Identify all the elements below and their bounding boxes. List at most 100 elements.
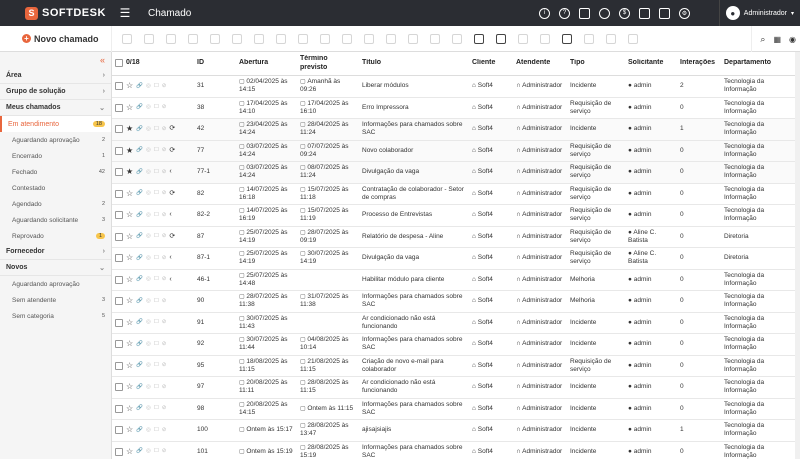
table-row[interactable]: ☆ 🔗 ◎ ☐ ⊘ 97 ▢ 20/08/2025 às 11:11 ▢ 28/08/2025… — [112, 377, 800, 399]
new-ticket-button[interactable]: + Novo chamado — [0, 25, 112, 52]
row-checkbox[interactable] — [115, 103, 123, 112]
row-checkbox[interactable] — [115, 297, 123, 306]
star-icon[interactable]: ★ — [126, 146, 133, 156]
logo[interactable]: S SOFTDESK — [0, 0, 110, 26]
table-row[interactable]: ☆ 🔗 ◎ ☐ ⊘ 91 ▢ 30/07/2025 às 11:43 Ar condicion… — [112, 313, 800, 334]
toolbar-action-icon[interactable] — [452, 33, 462, 44]
header-requester[interactable]: Solicitante — [625, 59, 677, 67]
table-row[interactable]: ☆ 🔗 ◎ ☐ ⊘ ‹ 82-2 ▢ 14/07/2025 às 16:19 ▢ 15/07/2… — [112, 205, 800, 227]
row-checkbox[interactable] — [115, 275, 123, 284]
table-row[interactable]: ☆ 🔗 ◎ ☐ ⊘ ‹ 87-1 ▢ 25/07/2025 às 14:19 ▢ 30/07/2… — [112, 248, 800, 270]
table-row[interactable]: ☆ 🔗 ◎ ☐ ⊘ ⟳ 87 ▢ 25/07/2025 às 14:19 ▢ 28/07/202… — [112, 227, 800, 248]
row-checkbox[interactable] — [115, 82, 123, 91]
table-row[interactable]: ☆ 🔗 ◎ ☐ ⊘ ‹ 46-1 ▢ 25/07/2025 às 14:48 Habilitar… — [112, 270, 800, 291]
row-checkbox[interactable] — [115, 404, 123, 413]
row-marker-icon[interactable]: ⟳ — [169, 233, 175, 241]
row-marker-icon[interactable]: ‹ — [169, 254, 171, 262]
sidebar-item[interactable]: Reprovado 1 — [0, 228, 111, 244]
sidebar-item[interactable]: Agendado 2 — [0, 196, 111, 212]
table-row[interactable]: ☆ 🔗 ◎ ☐ ⊘ 100 ▢ Ontem às 15:17 ▢ 28/08/2025 às … — [112, 420, 800, 442]
star-icon[interactable]: ☆ — [126, 253, 133, 263]
sidebar-item[interactable]: Fechado 42 — [0, 164, 111, 180]
select-all-checkbox[interactable] — [115, 59, 123, 68]
table-row[interactable]: ★ 🔗 ◎ ☐ ⊘ ‹ 77-1 ▢ 03/07/2025 às 14:24 ▢ 08/07/2… — [112, 162, 800, 184]
row-checkbox[interactable] — [115, 125, 123, 134]
sidebar-item[interactable]: Sem atendente 3 — [0, 292, 111, 308]
table-row[interactable]: ★ 🔗 ◎ ☐ ⊘ ⟳ 42 ▢ 23/04/2025 às 14:24 ▢ 28/04/202… — [112, 119, 800, 141]
row-checkbox[interactable] — [115, 254, 123, 263]
header-id[interactable]: ID — [194, 59, 236, 67]
sidebar-item[interactable]: Novos ⌄ — [0, 260, 111, 276]
header-due[interactable]: Término previsto — [297, 55, 359, 72]
toolbar-action-icon[interactable] — [386, 33, 396, 44]
table-row[interactable]: ☆ 🔗 ◎ ☐ ⊘ 31 ▢ 02/04/2025 às 14:15 ▢ Amanhã às … — [112, 76, 800, 98]
menu-icon[interactable]: ☰ — [110, 6, 140, 20]
calendar-icon[interactable] — [579, 7, 590, 19]
toolbar-action-icon[interactable] — [188, 33, 198, 44]
table-row[interactable]: ★ 🔗 ◎ ☐ ⊘ ⟳ 77 ▢ 03/07/2025 às 14:24 ▢ 07/07/202… — [112, 140, 800, 162]
row-marker-icon[interactable]: ⟳ — [169, 125, 175, 133]
user-menu[interactable]: ● Administrador ▾ — [718, 0, 794, 26]
scrollbar[interactable] — [795, 52, 800, 459]
star-icon[interactable]: ☆ — [126, 189, 133, 199]
toolbar-action-icon[interactable] — [408, 33, 418, 44]
row-checkbox[interactable] — [115, 361, 123, 370]
table-row[interactable]: ☆ 🔗 ◎ ☐ ⊘ 98 ▢ 20/08/2025 às 14:15 ▢ Ontem às 1… — [112, 399, 800, 420]
star-icon[interactable]: ☆ — [126, 296, 133, 306]
star-icon[interactable]: ☆ — [126, 425, 133, 435]
money-icon[interactable]: $ — [619, 7, 630, 19]
toolbar-action-icon[interactable] — [474, 33, 484, 44]
row-checkbox[interactable] — [115, 232, 123, 241]
table-row[interactable]: ☆ 🔗 ◎ ☐ ⊘ 38 ▢ 17/04/2025 às 14:10 ▢ 17/04/2025… — [112, 98, 800, 119]
sidebar-item[interactable]: Aguardando solicitante 3 — [0, 212, 111, 228]
row-checkbox[interactable] — [115, 318, 123, 327]
row-checkbox[interactable] — [115, 383, 123, 392]
sidebar-item[interactable]: Contestado — [0, 180, 111, 196]
header-client[interactable]: Cliente — [469, 59, 513, 67]
sidebar-item[interactable]: Aguardando aprovação 2 — [0, 132, 111, 148]
row-checkbox[interactable] — [115, 340, 123, 349]
toolbar-action-icon[interactable] — [232, 33, 242, 44]
star-icon[interactable]: ★ — [126, 124, 133, 134]
sidebar-item[interactable]: Encerrado 1 — [0, 148, 111, 164]
toolbar-action-icon[interactable] — [254, 33, 264, 44]
table-row[interactable]: ☆ 🔗 ◎ ☐ ⊘ 90 ▢ 28/07/2025 às 11:38 ▢ 31/07/2025… — [112, 291, 800, 313]
search-icon[interactable]: ⌕ — [760, 34, 765, 45]
row-checkbox[interactable] — [115, 211, 123, 220]
row-marker-icon[interactable]: ‹ — [169, 168, 171, 176]
header-opening[interactable]: Abertura — [236, 59, 297, 67]
star-icon[interactable]: ☆ — [126, 103, 133, 113]
toolbar-action-icon[interactable] — [364, 33, 374, 44]
toolbar-action-icon[interactable] — [584, 33, 594, 44]
header-type[interactable]: Tipo — [567, 59, 625, 67]
row-checkbox[interactable] — [115, 168, 123, 177]
star-icon[interactable]: ☆ — [126, 232, 133, 242]
table-row[interactable]: ☆ 🔗 ◎ ☐ ⊘ ⟳ 82 ▢ 14/07/2025 às 16:18 ▢ 15/07/202… — [112, 184, 800, 205]
star-icon[interactable]: ☆ — [126, 339, 133, 349]
toolbar-action-icon[interactable] — [320, 33, 330, 44]
row-marker-icon[interactable]: ‹ — [169, 276, 171, 284]
sidebar-item[interactable]: Aguardando aprovação — [0, 276, 111, 292]
star-icon[interactable]: ☆ — [126, 447, 133, 457]
header-department[interactable]: Departamento — [721, 59, 781, 67]
toolbar-action-icon[interactable] — [518, 33, 528, 44]
toolbar-action-icon[interactable] — [122, 33, 132, 44]
toolbar-action-icon[interactable] — [430, 33, 440, 44]
row-checkbox[interactable] — [115, 146, 123, 155]
toolbar-action-icon[interactable] — [144, 33, 154, 44]
row-marker-icon[interactable]: ⟳ — [169, 147, 175, 155]
table-row[interactable]: ☆ 🔗 ◎ ☐ ⊘ 95 ▢ 18/08/2025 às 11:15 ▢ 21/08/2025… — [112, 356, 800, 377]
grid-icon[interactable]: ▦ — [773, 35, 781, 44]
star-icon[interactable]: ☆ — [126, 81, 133, 91]
row-checkbox[interactable] — [115, 447, 123, 456]
toolbar-action-icon[interactable] — [342, 33, 352, 44]
toolbar-action-icon[interactable] — [210, 33, 220, 44]
table-row[interactable]: ☆ 🔗 ◎ ☐ ⊘ 101 ▢ Ontem às 15:19 ▢ 28/08/2025 às … — [112, 442, 800, 459]
chat-icon[interactable] — [639, 7, 650, 19]
toolbar-action-icon[interactable] — [276, 33, 286, 44]
star-icon[interactable]: ★ — [126, 167, 133, 177]
gear-icon[interactable]: ⚙ — [679, 7, 690, 19]
sidebar-item[interactable]: Área › — [0, 68, 111, 84]
row-checkbox[interactable] — [115, 189, 123, 198]
header-title[interactable]: Título — [359, 59, 469, 67]
